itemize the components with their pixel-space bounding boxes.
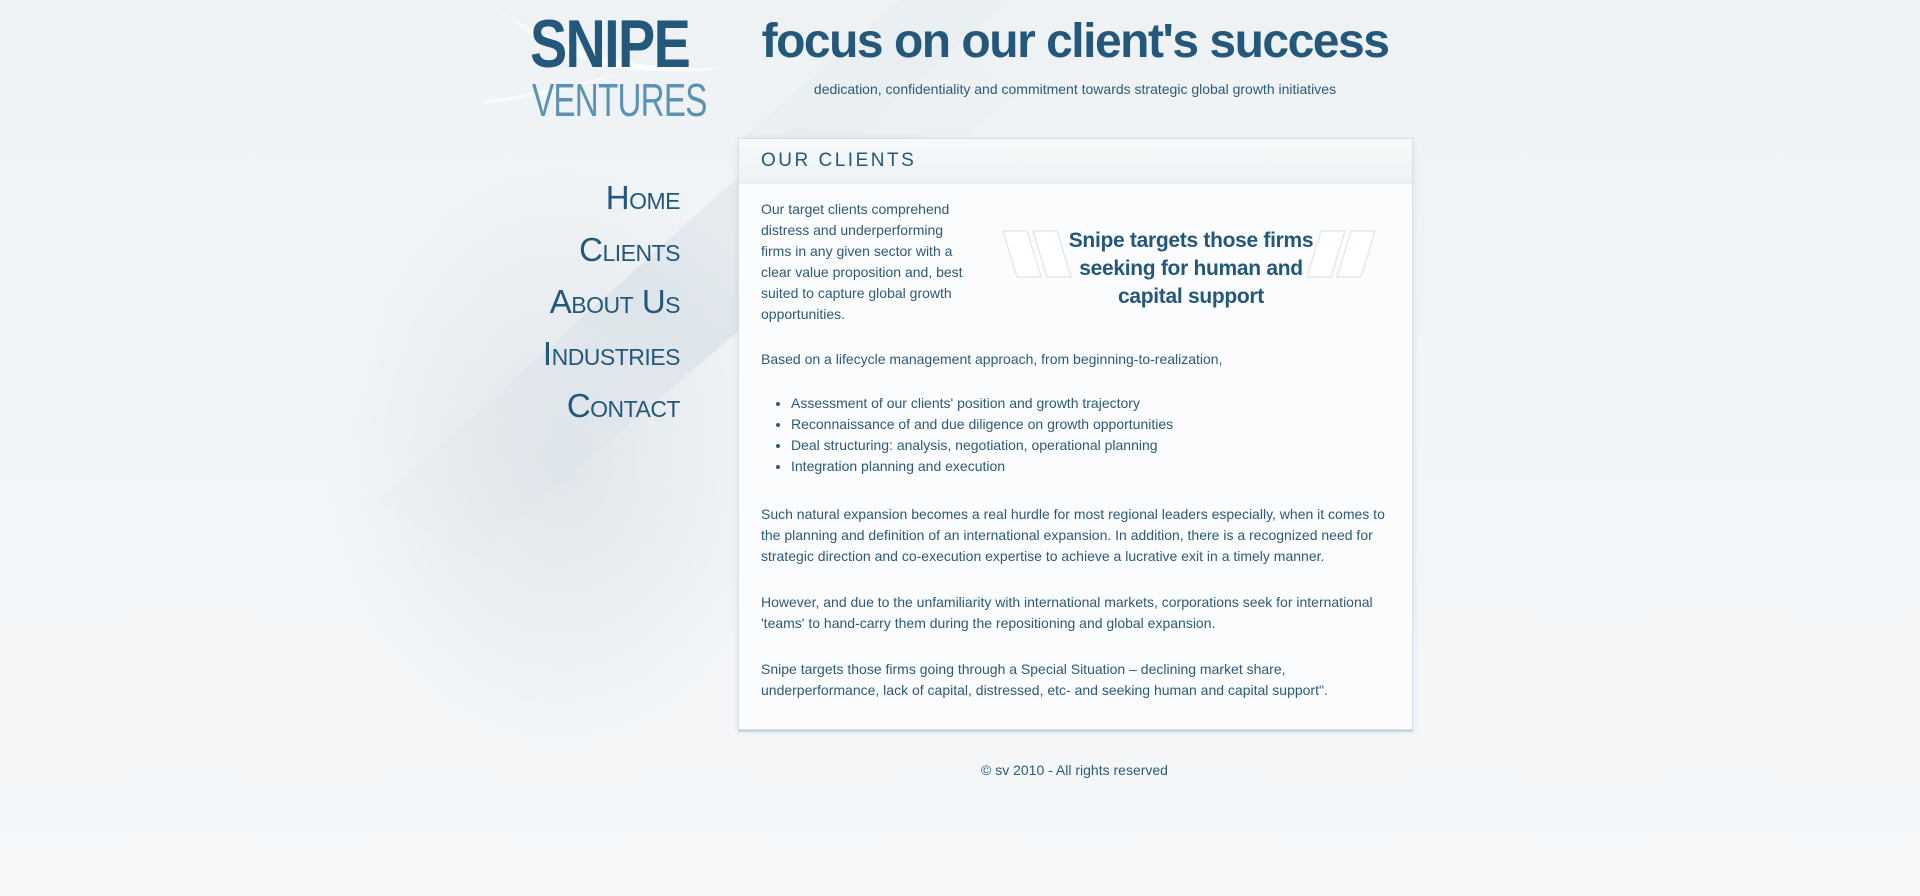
services-list: Assessment of our clients' position and … (761, 393, 1391, 477)
close-quote-icon (1305, 230, 1377, 278)
logo[interactable]: SNIPE VENTURES (485, 0, 760, 128)
quote-text: Snipe targets those firms seeking for hu… (1068, 229, 1314, 308)
paragraph-expansion: Such natural expansion becomes a real hu… (761, 506, 1385, 564)
tagline-title: focus on our client's success (761, 15, 1390, 68)
nav-item-clients[interactable]: Clients (480, 224, 680, 276)
list-item: Integration planning and execution (791, 456, 1391, 477)
nav-item-home[interactable]: Home (480, 172, 681, 224)
lifecycle-intro: Based on a lifecycle management approach… (761, 351, 1223, 367)
nav-item-about-us[interactable]: About Us (480, 276, 681, 328)
nav-item-industries[interactable]: Industries (480, 328, 681, 380)
list-item: Reconnaissance of and due diligence on g… (791, 414, 1391, 435)
list-item: Assessment of our clients' position and … (791, 393, 1391, 414)
pull-quote: Snipe targets those firms seeking for hu… (1001, 227, 1381, 327)
intro-paragraph: Our target clients comprehend distress a… (761, 201, 963, 322)
footer-copyright: © sv 2010 - All rights reserved (981, 762, 1168, 778)
paragraph-international: However, and due to the unfamiliarity wi… (761, 594, 1373, 631)
content-panel: OUR CLIENTS Our target clients comprehen… (738, 138, 1413, 730)
logo-text-snipe: SNIPE (530, 6, 691, 82)
tagline-subtitle: dedication, confidentiality and commitme… (813, 81, 1337, 97)
page-title: OUR CLIENTS (761, 150, 917, 171)
logo-text-ventures: VENTURES (532, 74, 707, 126)
main-navigation: Home Clients About Us Industries Contact (480, 172, 681, 432)
paragraph-targets: Snipe targets those firms going through … (761, 661, 1328, 698)
nav-item-contact[interactable]: Contact (480, 380, 681, 432)
list-item: Deal structuring: analysis, negotiation,… (791, 435, 1391, 456)
